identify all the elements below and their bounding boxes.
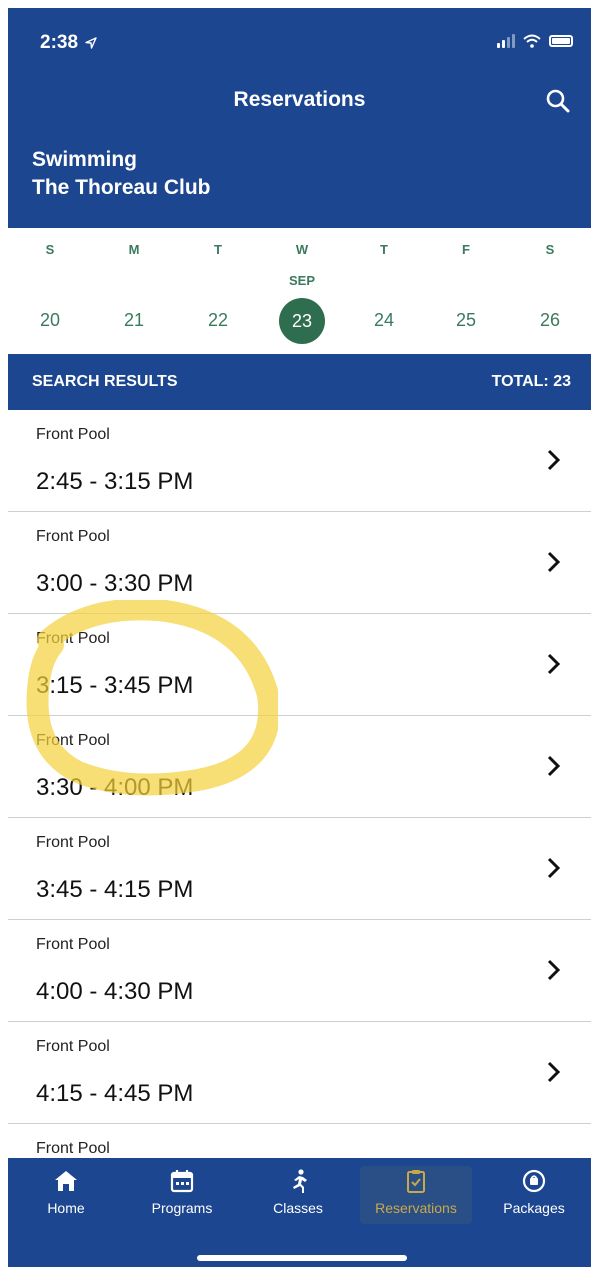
tab-classes[interactable]: Classes [242, 1166, 354, 1224]
slot-time: 4:00 - 4:30 PM [36, 978, 194, 1005]
tab-packages[interactable]: Packages [478, 1166, 590, 1224]
status-icons [497, 34, 573, 48]
club-name: The Thoreau Club [32, 176, 211, 199]
slot-list[interactable]: Front Pool 2:45 - 3:15 PM Front Pool 3:0… [8, 410, 591, 1158]
weekday-label: T [380, 242, 388, 257]
chevron-right-icon [547, 857, 561, 879]
date-number: 20 [39, 310, 61, 330]
page-title: Reservations [233, 88, 366, 111]
location-arrow-icon [85, 37, 98, 49]
date-number: 22 [207, 310, 229, 330]
slot-location: Front Pool [36, 1038, 110, 1055]
weekday-label: T [214, 242, 222, 257]
selected-date: 23 [279, 298, 325, 344]
chevron-right-icon [547, 959, 561, 981]
clipboard-check-icon [407, 1170, 425, 1193]
cellular-signal-icon [497, 34, 515, 48]
wifi-icon [523, 34, 541, 48]
weekday-label: F [462, 242, 470, 257]
slot-time: 4:15 - 4:45 PM [36, 1080, 194, 1107]
slot-time: 3:45 - 4:15 PM [36, 876, 194, 903]
list-item[interactable]: Front Pool 3:30 - 4:00 PM [8, 716, 591, 818]
tab-label: Home [47, 1200, 85, 1216]
date-number: 25 [455, 310, 477, 330]
slot-time: 3:30 - 4:00 PM [36, 774, 194, 801]
tab-label: Programs [151, 1200, 213, 1216]
chevron-right-icon [547, 1061, 561, 1083]
date-number: 26 [539, 310, 561, 330]
slot-location: Front Pool [36, 936, 110, 953]
weekday-label: S [45, 242, 55, 257]
battery-icon [549, 35, 573, 47]
chevron-right-icon [547, 551, 561, 573]
home-indicator[interactable] [197, 1255, 407, 1261]
list-item[interactable]: Front Pool 4:15 - 4:45 PM [8, 1022, 591, 1124]
slot-location: Front Pool [36, 528, 110, 545]
weekday-label: S [545, 242, 555, 257]
search-icon[interactable] [543, 86, 573, 116]
package-icon [522, 1169, 546, 1193]
runner-icon [293, 1169, 307, 1193]
weekday-label: W [295, 242, 309, 257]
slot-time: 3:00 - 3:30 PM [36, 570, 194, 597]
month-label: SEP [288, 273, 315, 288]
tab-programs[interactable]: Programs [126, 1166, 238, 1224]
tab-label: Classes [273, 1200, 323, 1216]
slot-location: Front Pool [36, 426, 110, 443]
slot-location: Front Pool [36, 1140, 110, 1157]
tab-home[interactable]: Home [10, 1166, 122, 1224]
chevron-right-icon [547, 653, 561, 675]
app-header: 2:38 Reservations Swimming The Thoreau C… [8, 8, 591, 228]
date-number: 24 [373, 310, 395, 330]
chevron-right-icon [547, 755, 561, 777]
tab-label: Reservations [375, 1200, 457, 1216]
reservations-screen: 2:38 Reservations Swimming The Thoreau C… [8, 8, 591, 1267]
list-item[interactable]: Front Pool 3:45 - 4:15 PM [8, 818, 591, 920]
date-number: 21 [123, 310, 145, 330]
week-calendar: S 20 M 21 T 22 W SEP 23 T 24 F 25 S 26 [8, 228, 591, 354]
list-item[interactable]: Front Pool 4:00 - 4:30 PM [8, 920, 591, 1022]
calendar-icon [170, 1170, 194, 1193]
slot-location: Front Pool [36, 834, 110, 851]
search-results-label: SEARCH RESULTS [32, 373, 178, 390]
tab-bar: Home Programs Classes Reservations Packa… [8, 1158, 591, 1267]
list-item[interactable]: Front Pool [8, 1124, 591, 1158]
slot-location: Front Pool [36, 732, 110, 749]
list-item[interactable]: Front Pool 2:45 - 3:15 PM [8, 410, 591, 512]
tab-reservations[interactable]: Reservations [360, 1166, 472, 1224]
slot-time: 3:15 - 3:45 PM [36, 672, 194, 699]
weekday-label: M [128, 242, 140, 257]
status-time: 2:38 [40, 32, 98, 54]
slot-time: 2:45 - 3:15 PM [36, 468, 194, 495]
tab-label: Packages [503, 1200, 565, 1216]
slot-location: Front Pool [36, 630, 110, 647]
activity-name: Swimming [32, 148, 138, 171]
results-total: TOTAL: 23 [491, 373, 571, 390]
home-icon [55, 1171, 77, 1191]
list-item[interactable]: Front Pool 3:15 - 3:45 PM [8, 614, 591, 716]
chevron-right-icon [547, 449, 561, 471]
search-results-bar: SEARCH RESULTS TOTAL: 23 [8, 354, 591, 410]
list-item[interactable]: Front Pool 3:00 - 3:30 PM [8, 512, 591, 614]
